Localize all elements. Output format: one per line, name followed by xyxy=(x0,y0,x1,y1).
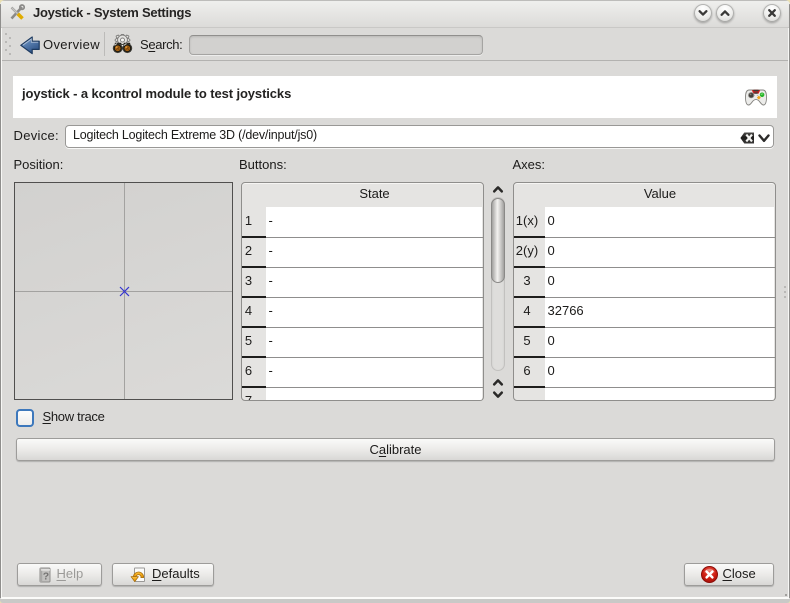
svg-text:?: ? xyxy=(43,570,49,582)
